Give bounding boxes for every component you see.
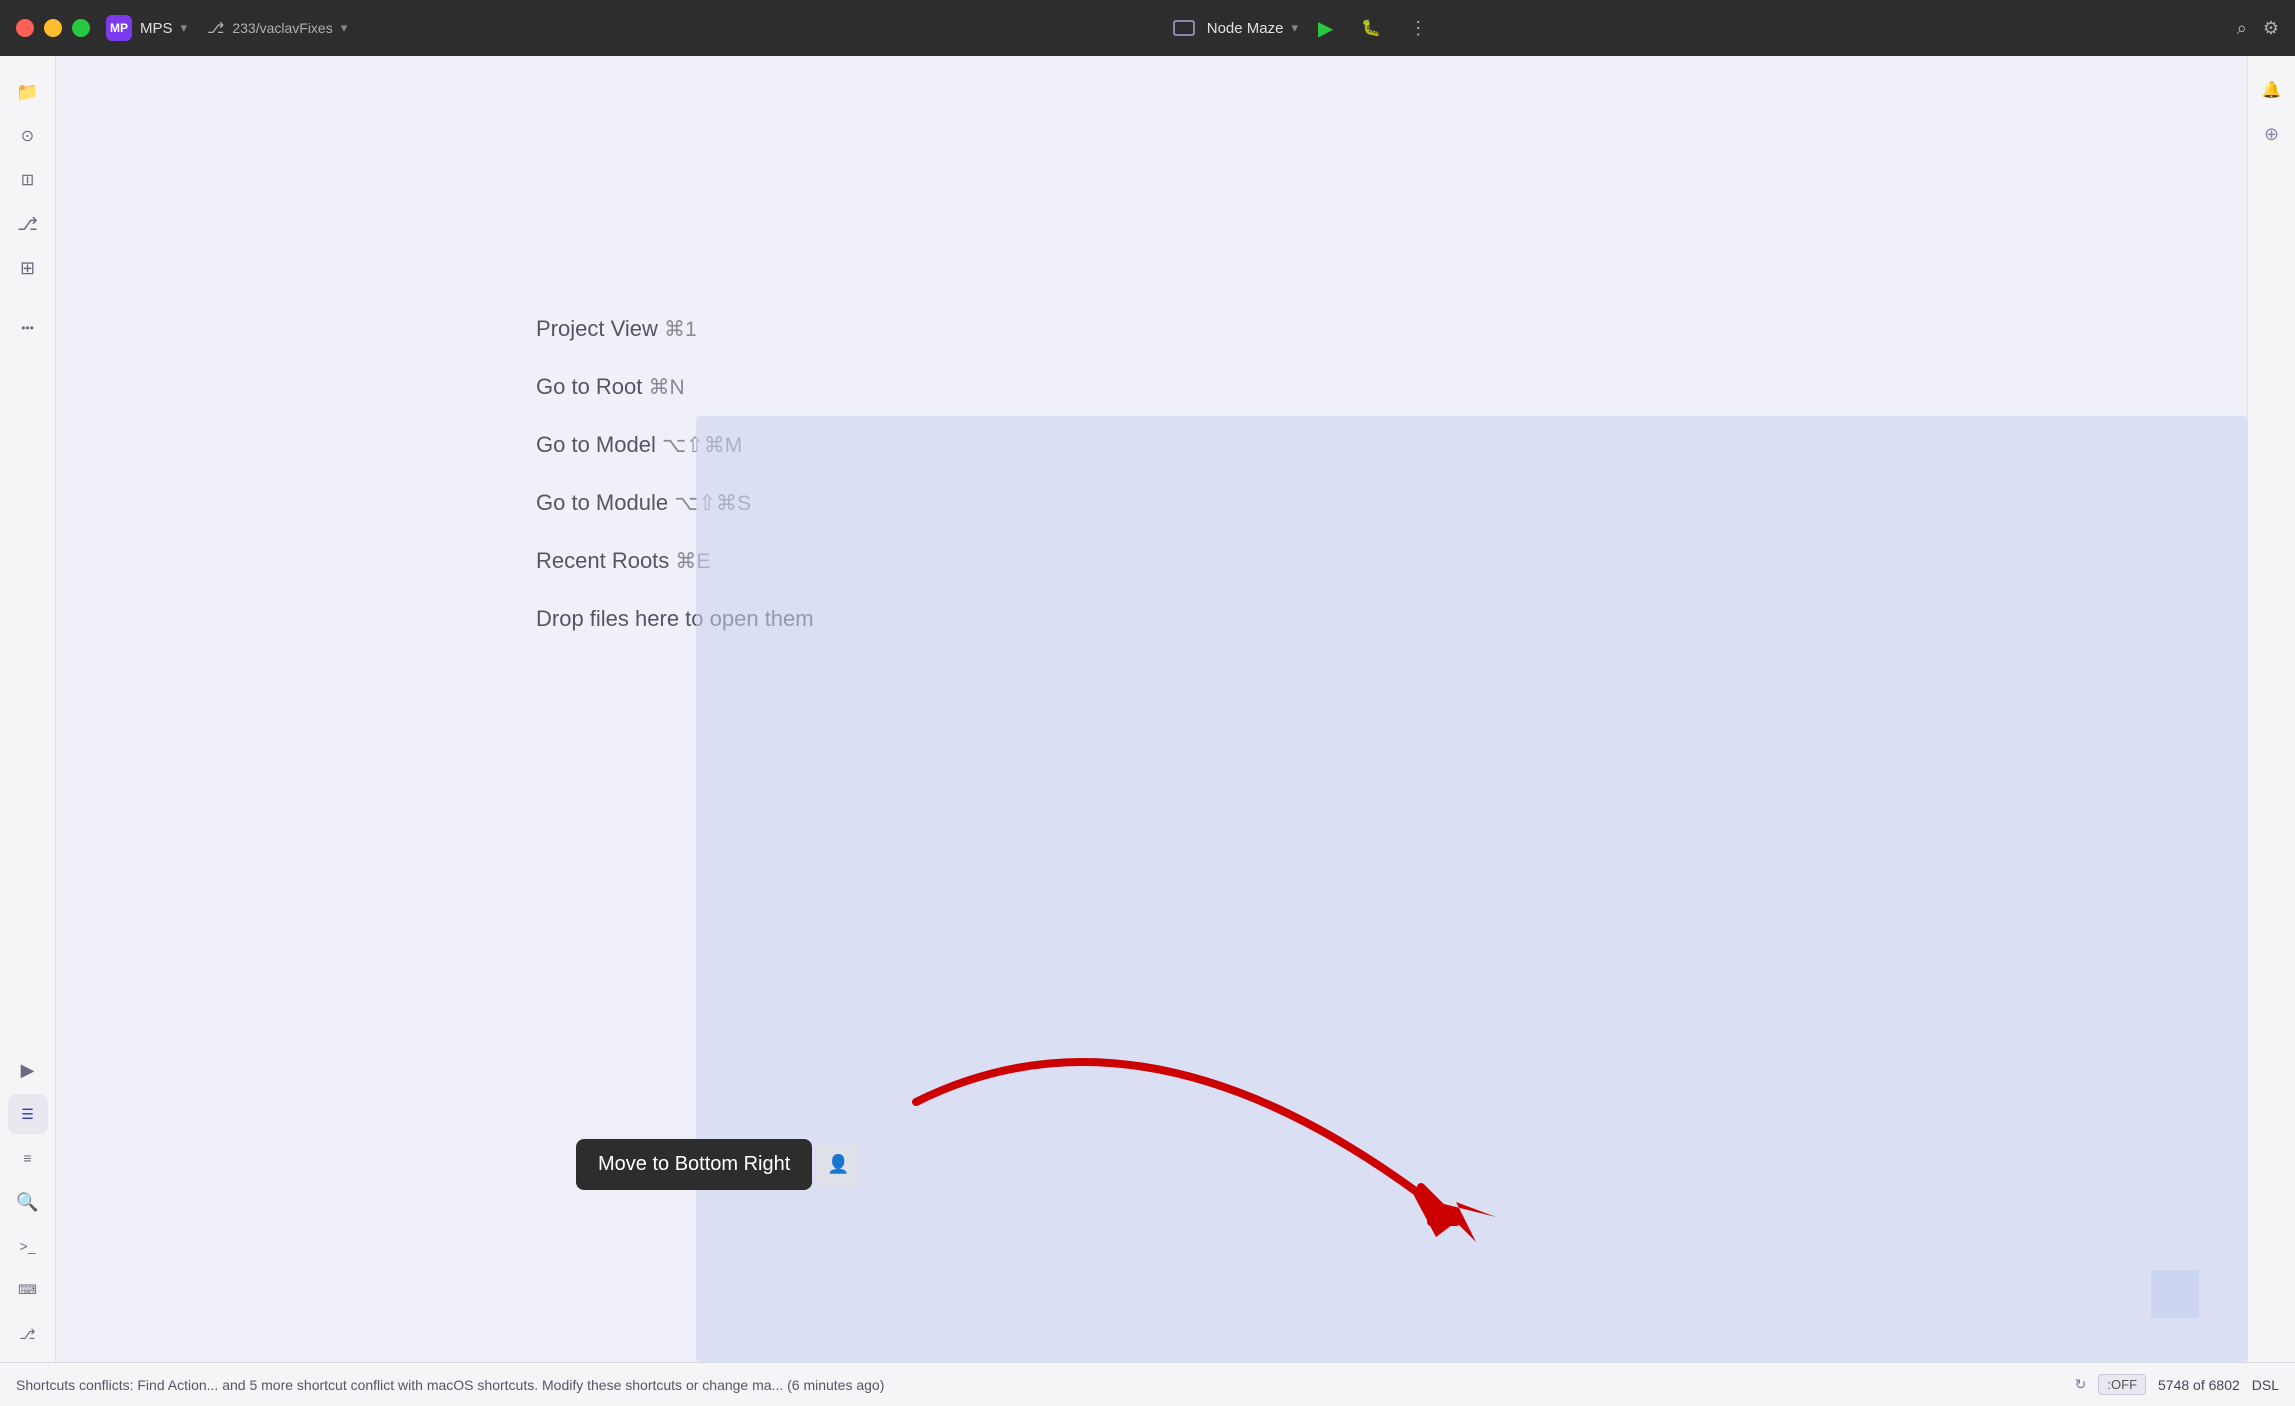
sidebar-item-terminal2[interactable]: ⌨	[8, 1270, 48, 1310]
sidebar-item-layout[interactable]: ⊞	[8, 248, 48, 288]
app-icon: MP	[106, 15, 132, 41]
titlebar-right: ⌕ ⚙	[2237, 18, 2279, 39]
bottom-right-target	[2151, 1270, 2199, 1318]
sidebar-item-list[interactable]: ☰	[8, 1094, 48, 1134]
editor-area: Project View ⌘1 Go to Root ⌘N Go to Mode…	[56, 56, 2247, 1362]
search-icon: 🔍	[16, 1192, 38, 1213]
settings2-icon: ⊕	[2264, 124, 2279, 145]
layout-icon: ⊞	[20, 258, 35, 279]
traffic-lights	[16, 19, 90, 37]
menu-item-go-to-root[interactable]: Go to Root ⌘N	[536, 374, 814, 400]
titlebar-center: Node Maze ▾ ▶ 🐛 ⋮	[371, 12, 2237, 45]
status-right: ↻ :OFF 5748 of 6802 DSL	[2075, 1374, 2279, 1395]
sidebar-item-search[interactable]: 🔍	[8, 1182, 48, 1222]
minimize-button[interactable]	[44, 19, 62, 37]
settings-button[interactable]: ⊕	[2254, 116, 2290, 152]
node-maze-label[interactable]: Node Maze ▾	[1207, 20, 1298, 37]
node-maze-chevron: ▾	[1291, 20, 1298, 36]
branch-icon: ⎇	[17, 214, 38, 235]
run-button[interactable]: ▶	[1310, 12, 1341, 45]
titlebar: MP MPS ▾ ⎇ 233/vaclavFixes ▾ Node Maze ▾…	[0, 0, 2295, 56]
sidebar-item-filter[interactable]: ⊟	[8, 160, 48, 200]
branch-chevron: ▾	[341, 20, 348, 36]
red-arrow-svg	[756, 1022, 1556, 1302]
sidebar-item-folder[interactable]: 📁	[8, 72, 48, 112]
sidebar-item-commit[interactable]: ⊙	[8, 116, 48, 156]
editor-empty: Project View ⌘1 Go to Root ⌘N Go to Mode…	[56, 56, 2247, 1362]
sidebar-item-terminal[interactable]: >_	[8, 1226, 48, 1266]
settings-icon[interactable]: ⚙	[2263, 18, 2279, 39]
more-button[interactable]: ⋮	[1401, 14, 1435, 43]
sidebar-item-more[interactable]: •••	[8, 308, 48, 348]
search-icon[interactable]: ⌕	[2237, 18, 2247, 39]
red-arrow-container	[756, 1022, 1556, 1302]
sidebar-item-run[interactable]: ▶	[8, 1050, 48, 1090]
node-maze-icon	[1173, 20, 1195, 36]
debug-button[interactable]: 🐛	[1353, 14, 1389, 42]
terminal-icon: >_	[20, 1238, 36, 1254]
sidebar-bottom: ▶ ☰ ≡ 🔍 >_ ⌨ ⎇	[8, 1050, 48, 1362]
filter-icon: ⊟	[18, 173, 38, 186]
run-icon: ▶	[21, 1060, 35, 1081]
notification-button[interactable]: 🔔	[2254, 72, 2290, 108]
sidebar-item-branch[interactable]: ⎇	[8, 204, 48, 244]
sidebar-item-menu[interactable]: ≡	[8, 1138, 48, 1178]
git-icon: ⎇	[19, 1326, 35, 1343]
branch-selector[interactable]: ⎇ 233/vaclavFixes ▾	[207, 19, 347, 37]
branch-icon: ⎇	[207, 19, 224, 37]
sync-icon[interactable]: ↻	[2075, 1376, 2087, 1393]
status-text: Shortcuts conflicts: Find Action... and …	[16, 1377, 2063, 1393]
close-button[interactable]	[16, 19, 34, 37]
list-icon: ☰	[21, 1106, 34, 1123]
line-counter: 5748 of 6802	[2158, 1377, 2240, 1393]
app-chevron: ▾	[181, 20, 188, 36]
dsl-label: DSL	[2252, 1377, 2279, 1393]
sidebar-item-git[interactable]: ⎇	[8, 1314, 48, 1354]
off-badge[interactable]: :OFF	[2098, 1374, 2146, 1395]
bell-icon: 🔔	[2262, 80, 2282, 100]
terminal2-icon: ⌨	[18, 1282, 37, 1298]
menu-item-project-view[interactable]: Project View ⌘1	[536, 316, 814, 342]
commit-icon: ⊙	[21, 126, 34, 146]
app-label[interactable]: MP MPS ▾	[106, 15, 187, 41]
more-dots-icon: •••	[21, 321, 34, 335]
main-content: Project View ⌘1 Go to Root ⌘N Go to Mode…	[56, 56, 2247, 1362]
folder-icon: 📁	[16, 82, 38, 103]
right-sidebar: 🔔 ⊕	[2247, 56, 2295, 1362]
left-sidebar: 📁 ⊙ ⊟ ⎇ ⊞ ••• ▶ ☰ ≡ 🔍 >_ ⌨ ⎇	[0, 56, 56, 1362]
maximize-button[interactable]	[72, 19, 90, 37]
menu-icon: ≡	[23, 1150, 31, 1166]
status-bar: Shortcuts conflicts: Find Action... and …	[0, 1362, 2295, 1406]
